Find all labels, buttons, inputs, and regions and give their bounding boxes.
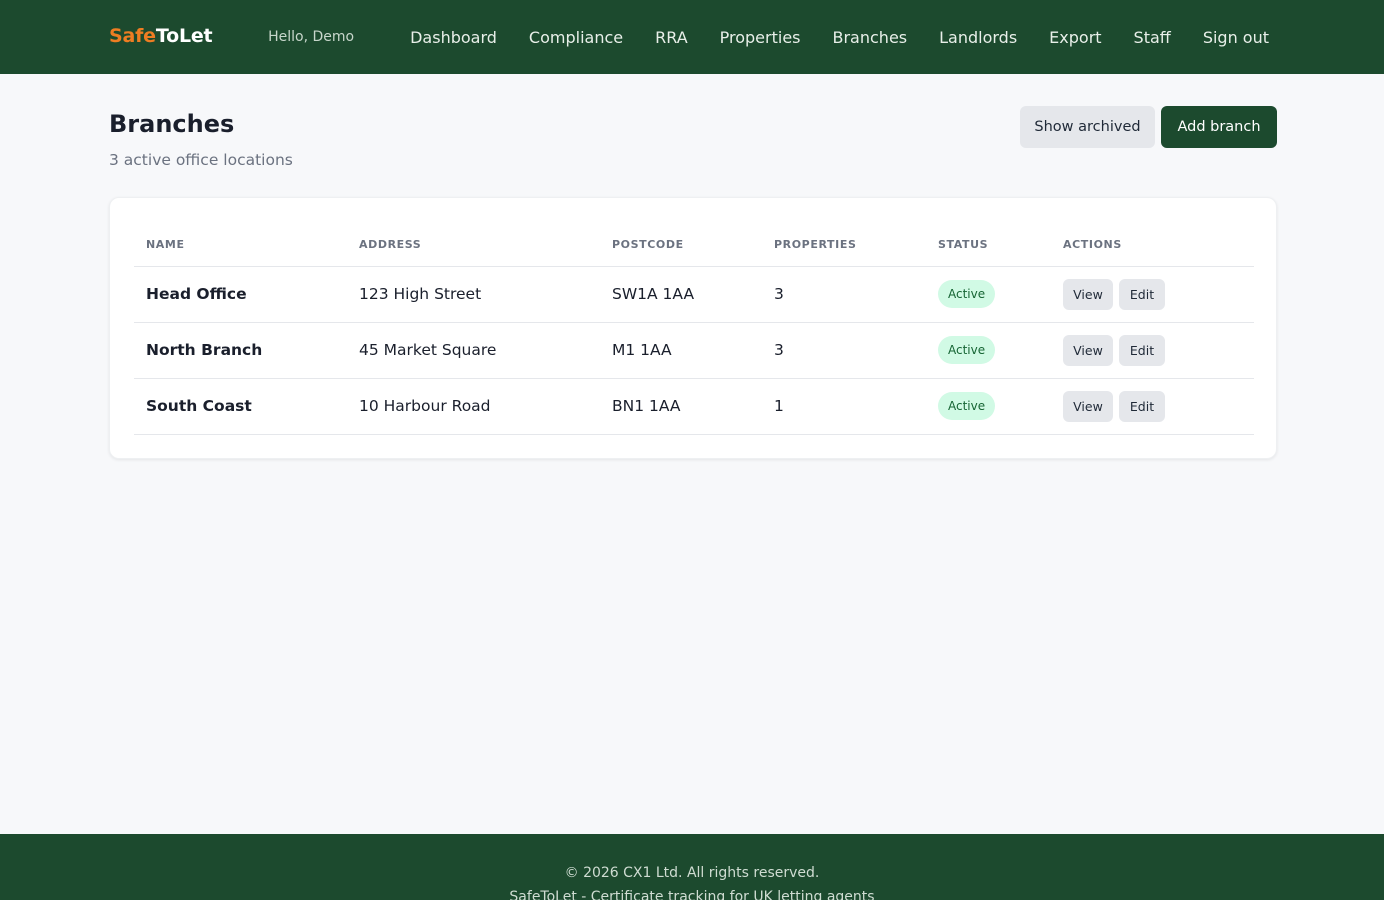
view-button[interactable]: View (1063, 335, 1113, 366)
branch-postcode: M1 1AA (612, 341, 672, 359)
page-subtitle: 3 active office locations (109, 151, 293, 169)
page-footer: © 2026 CX1 Ltd. All rights reserved. Saf… (0, 834, 1384, 900)
sign-out-link[interactable]: Sign out (1203, 28, 1269, 47)
branch-name: South Coast (146, 397, 252, 415)
branch-properties-count: 3 (774, 285, 784, 303)
column-header-address: ADDRESS (359, 238, 422, 251)
nav-link-dashboard[interactable]: Dashboard (410, 28, 497, 47)
table-row: South Coast 10 Harbour Road BN1 1AA 1 Ac… (134, 379, 1254, 435)
branch-name: Head Office (146, 285, 247, 303)
branches-table-card: NAME ADDRESS POSTCODE PROPERTIES STATUS … (109, 197, 1277, 459)
view-button[interactable]: View (1063, 391, 1113, 422)
view-button[interactable]: View (1063, 279, 1113, 310)
status-badge: Active (938, 336, 996, 364)
status-badge: Active (938, 392, 996, 420)
branch-properties-count: 1 (774, 397, 784, 415)
branch-postcode: SW1A 1AA (612, 285, 695, 303)
column-header-name: NAME (146, 238, 185, 251)
footer-copyright: © 2026 CX1 Ltd. All rights reserved. (564, 865, 820, 881)
edit-button[interactable]: Edit (1119, 335, 1165, 366)
brand-logo-part1: Safe (109, 25, 156, 47)
add-branch-button[interactable]: Add branch (1161, 106, 1277, 148)
column-header-postcode: POSTCODE (612, 238, 684, 251)
table-row: North Branch 45 Market Square M1 1AA 3 A… (134, 323, 1254, 379)
branch-properties-count: 3 (774, 341, 784, 359)
brand-logo[interactable]: SafeToLet (109, 25, 213, 47)
branch-address: 45 Market Square (359, 341, 497, 359)
branch-address: 10 Harbour Road (359, 397, 491, 415)
table-row: Head Office 123 High Street SW1A 1AA 3 A… (134, 267, 1254, 323)
brand-logo-part2: ToLet (155, 25, 213, 47)
column-header-status: STATUS (938, 238, 989, 251)
top-navbar: SafeToLet Hello, Demo Dashboard Complian… (0, 0, 1384, 74)
status-badge: Active (938, 280, 996, 308)
column-header-properties: PROPERTIES (774, 238, 857, 251)
nav-link-branches[interactable]: Branches (833, 28, 908, 47)
footer-tagline: SafeToLet - Certificate tracking for UK … (509, 889, 875, 900)
show-archived-button[interactable]: Show archived (1020, 106, 1155, 148)
column-header-actions: ACTIONS (1063, 238, 1122, 251)
branch-address: 123 High Street (359, 285, 482, 303)
main-nav: Hello, Demo Dashboard Compliance RRA Pro… (268, 0, 1269, 74)
page-title: Branches (109, 110, 235, 138)
nav-link-properties[interactable]: Properties (720, 28, 801, 47)
branch-name: North Branch (146, 341, 263, 359)
user-greeting: Hello, Demo (268, 29, 355, 45)
nav-link-rra[interactable]: RRA (655, 28, 688, 47)
edit-button[interactable]: Edit (1119, 279, 1165, 310)
nav-link-compliance[interactable]: Compliance (529, 28, 623, 47)
edit-button[interactable]: Edit (1119, 391, 1165, 422)
nav-link-landlords[interactable]: Landlords (939, 28, 1017, 47)
nav-link-staff[interactable]: Staff (1134, 28, 1171, 47)
branch-postcode: BN1 1AA (612, 397, 681, 415)
table-header: NAME ADDRESS POSTCODE PROPERTIES STATUS … (134, 230, 1254, 267)
nav-link-export[interactable]: Export (1049, 28, 1101, 47)
